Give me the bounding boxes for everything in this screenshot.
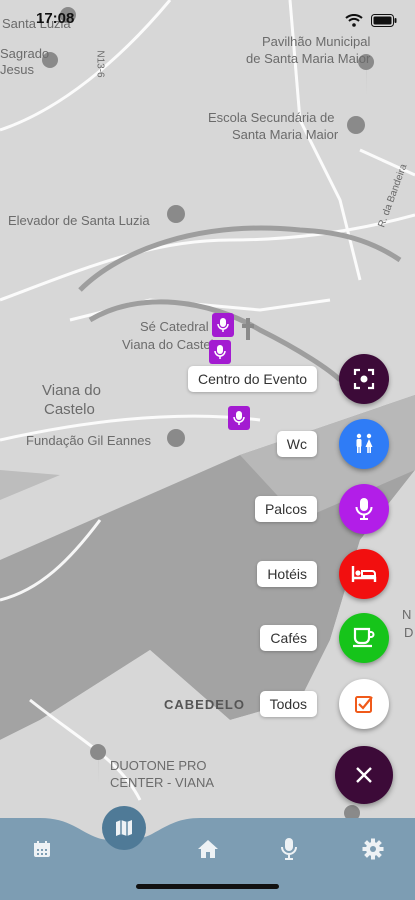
hoteis-button[interactable] (339, 549, 389, 599)
todos-button[interactable] (339, 679, 389, 729)
status-bar: 17:08 (0, 10, 415, 36)
bed-icon (351, 566, 377, 582)
close-icon (356, 767, 372, 783)
map-label: DUOTONE PRO (110, 758, 207, 773)
checkbox-icon (355, 696, 373, 713)
menu-item-hoteis[interactable]: Hotéis (257, 549, 389, 599)
wifi-icon (345, 14, 363, 27)
tab-map-active[interactable] (102, 806, 146, 850)
menu-item-cafes[interactable]: Cafés (260, 613, 389, 663)
status-time: 17:08 (36, 10, 75, 27)
coffee-icon (353, 627, 375, 648)
status-icons (345, 14, 397, 27)
home-icon (198, 840, 218, 858)
map-label: Santa Maria Maior (232, 127, 339, 142)
map-label: CABEDELO (164, 697, 245, 712)
microphone-icon (355, 498, 373, 520)
menu-item-centro-do-evento[interactable]: Centro do Evento (188, 354, 389, 404)
menu-item-label[interactable]: Todos (259, 691, 317, 717)
tab-calendar[interactable] (28, 835, 56, 863)
menu-item-label[interactable]: Palcos (254, 496, 317, 522)
palcos-button[interactable] (339, 484, 389, 534)
microphone-icon (281, 838, 297, 860)
map-label: Jesus (0, 62, 34, 77)
cafes-button[interactable] (339, 613, 389, 663)
stage-marker[interactable] (228, 406, 250, 430)
close-menu-button[interactable] (335, 746, 393, 804)
map-label: Fundação Gil Eannes (26, 433, 152, 448)
restroom-icon (356, 433, 373, 453)
tab-stages[interactable] (275, 835, 303, 863)
scan-icon (353, 368, 375, 390)
wc-button[interactable] (339, 419, 389, 469)
menu-item-wc[interactable]: Wc (276, 419, 389, 469)
tab-settings[interactable] (359, 835, 387, 863)
map-label: D (404, 625, 414, 640)
tab-home[interactable] (194, 835, 222, 863)
map-label: Viana do (42, 382, 101, 399)
battery-icon (371, 14, 397, 27)
menu-item-label[interactable]: Cafés (260, 625, 317, 651)
map-label: Castelo (44, 401, 95, 418)
map-label: CENTER - VIANA (110, 775, 215, 790)
stage-marker[interactable] (212, 313, 234, 337)
centro-do-evento-button[interactable] (339, 354, 389, 404)
menu-item-label[interactable]: Hotéis (257, 561, 317, 587)
map-icon (116, 820, 132, 836)
map-label: Viana do Castelo (122, 337, 221, 352)
map-label: N (402, 607, 412, 622)
home-indicator (136, 884, 279, 889)
map-label: de Santa Maria Maior (246, 51, 371, 66)
menu-item-label[interactable]: Centro do Evento (188, 366, 317, 392)
menu-item-label[interactable]: Wc (276, 431, 317, 457)
calendar-icon (34, 841, 50, 857)
map-label: Pavilhão Municipal (262, 34, 371, 49)
menu-item-todos[interactable]: Todos (259, 679, 389, 729)
menu-item-palcos[interactable]: Palcos (254, 484, 389, 534)
map-label: Elevador de Santa Luzia (8, 213, 150, 228)
gear-icon (362, 838, 384, 860)
map-label: Sagrado (0, 46, 50, 61)
map-label: Escola Secundária de (208, 110, 335, 125)
map-label: Sé Catedral (140, 319, 209, 334)
map-label: N13-6 (94, 50, 106, 78)
